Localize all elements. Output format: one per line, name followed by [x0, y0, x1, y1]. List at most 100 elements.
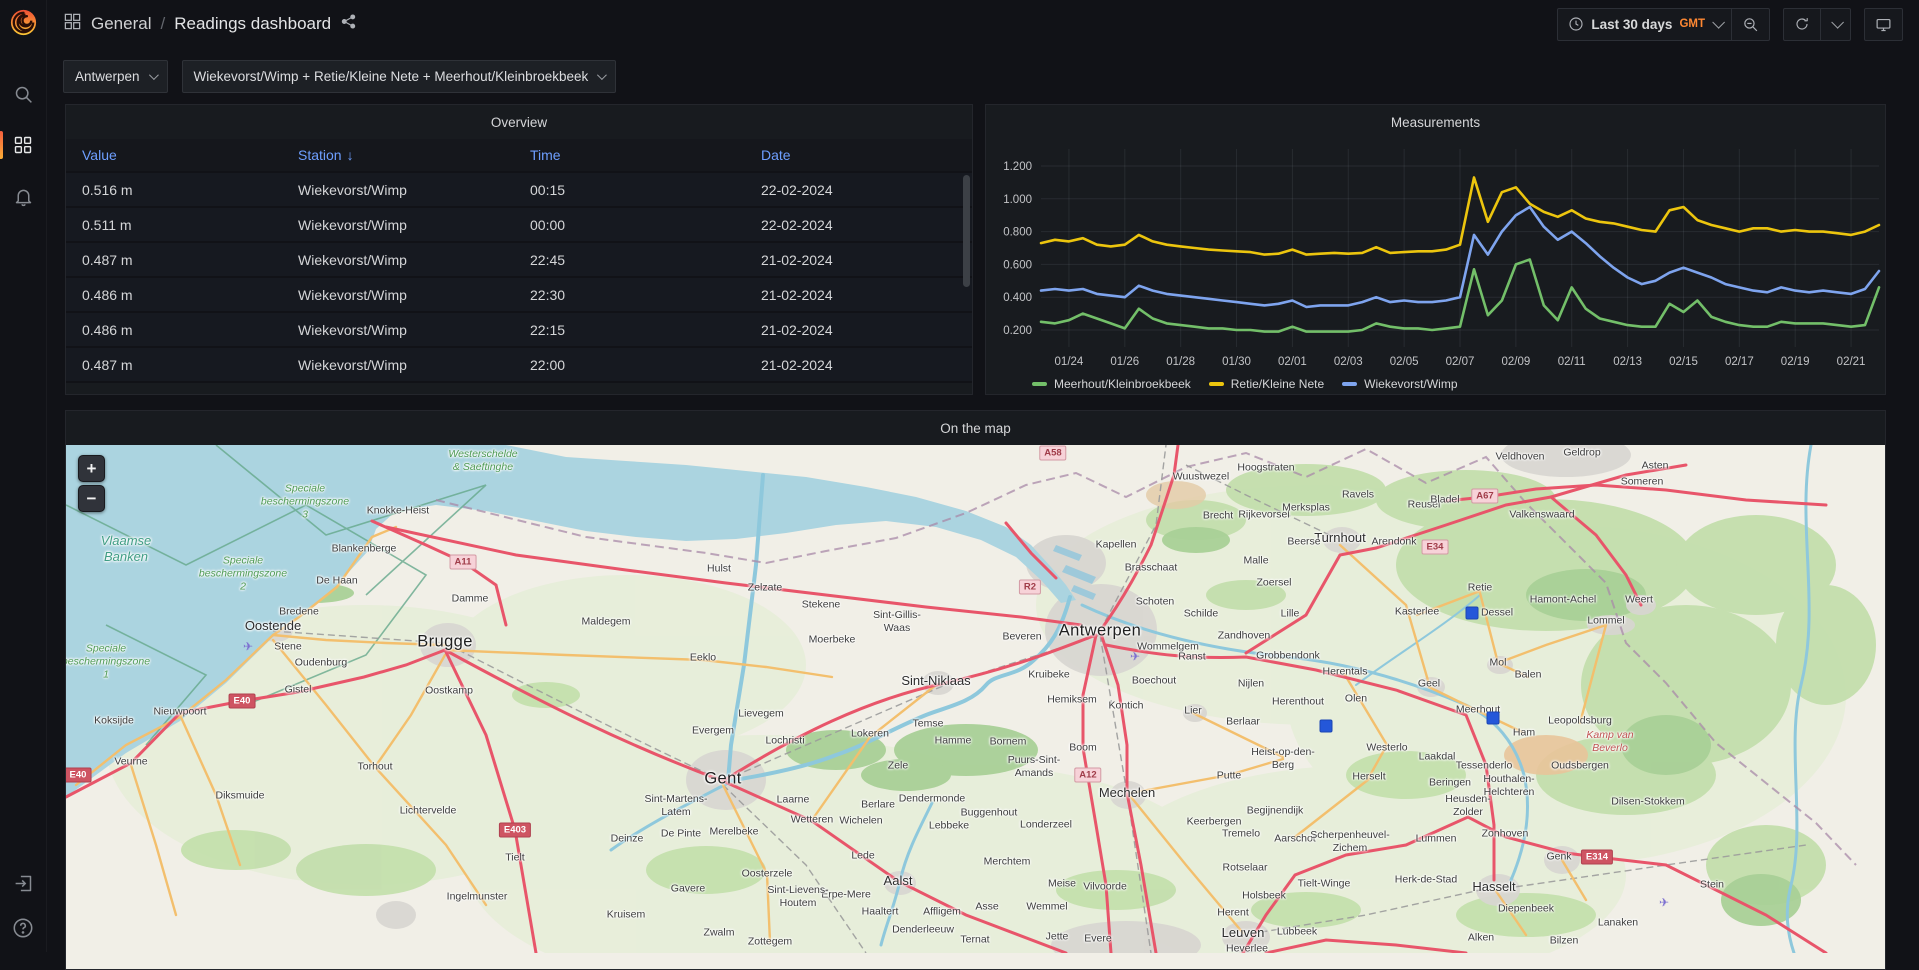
- svg-text:02/05: 02/05: [1390, 356, 1419, 368]
- map-label: Zottegem: [747, 935, 793, 948]
- map-label: Bredene: [279, 605, 319, 618]
- road-badge: R2: [1018, 579, 1042, 595]
- station-marker[interactable]: [1465, 606, 1479, 620]
- map-label: Herenthout: [1272, 695, 1324, 708]
- map-label: Begijnendijk: [1246, 804, 1304, 817]
- column-header[interactable]: Station ↓: [282, 139, 514, 171]
- map-label: Gistel: [284, 683, 312, 696]
- map-label: Geldrop: [1563, 446, 1601, 459]
- map-label: Ranst: [1178, 650, 1206, 663]
- legend-color-swatch: [1208, 382, 1224, 386]
- legend-item[interactable]: Retie/Kleine Nete: [1208, 377, 1324, 391]
- column-header[interactable]: Time: [514, 139, 745, 171]
- table-row: 0.486 m Wiekevorst/Wimp 22:30 21-02-2024: [66, 278, 972, 313]
- svg-text:1.000: 1.000: [1003, 194, 1032, 206]
- table-cell: 00:00: [530, 216, 566, 233]
- map-label: Herent: [1217, 906, 1249, 919]
- map-label: Bilzen: [1549, 934, 1579, 947]
- overview-panel: Overview Value Station ↓ Time Date 0.516 m Wi…: [65, 104, 973, 395]
- legend-item[interactable]: Meerhout/Kleinbroekbeek: [1032, 377, 1191, 391]
- map-label: Aarschot: [1274, 832, 1316, 845]
- table-cell: 21-02-2024: [761, 286, 833, 303]
- grafana-logo[interactable]: [8, 7, 39, 38]
- map-label: De Haan: [316, 574, 358, 587]
- map-label: Keerbergen: [1186, 815, 1242, 828]
- map-labels-layer: Vlaamse Banken Speciale beschermingszone …: [66, 445, 1885, 955]
- timeseries-chart[interactable]: 01/24 01/26 01/28 01/30 02/01 02/03 02/05 02/07…: [986, 139, 1885, 391]
- chevron-down-icon: [1712, 15, 1725, 29]
- map-label: Stene: [274, 640, 302, 653]
- table-cell: Wiekevorst/Wimp: [298, 181, 407, 198]
- station-marker[interactable]: [1319, 719, 1333, 733]
- page-title[interactable]: Readings dashboard: [174, 14, 331, 34]
- time-range-picker[interactable]: Last 30 days GMT: [1558, 9, 1731, 40]
- table-cell: 21-02-2024: [761, 356, 833, 373]
- map-label: Sint-Niklaas: [901, 672, 971, 688]
- tv-mode-button[interactable]: [1865, 9, 1902, 40]
- zoom-out-time-button[interactable]: [1731, 8, 1769, 40]
- table-row: 0.511 m Wiekevorst/Wimp 00:00 22-02-2024: [66, 208, 972, 243]
- variable-stations-dropdown[interactable]: Wiekevorst/Wimp + Retie/Kleine Nete + Me…: [181, 60, 617, 93]
- legend-item[interactable]: Wiekevorst/Wimp: [1342, 377, 1458, 391]
- search-icon[interactable]: [11, 82, 35, 106]
- map-label: Deinze: [610, 832, 644, 845]
- map-label: Heverlee: [1225, 942, 1269, 955]
- measurements-panel-title[interactable]: Measurements: [986, 105, 1885, 139]
- apps-grid-icon[interactable]: [63, 12, 82, 36]
- map-label: Nieuwpoort: [153, 705, 207, 718]
- map-label: Boom: [1069, 741, 1097, 754]
- map-label: Malle: [1243, 554, 1269, 567]
- map-label: Oostende: [244, 617, 302, 633]
- map-label: Blankenberge: [331, 542, 397, 555]
- map-label: Veldhoven: [1495, 450, 1545, 463]
- variable-region-dropdown[interactable]: Antwerpen: [63, 60, 168, 93]
- map-label: Mol: [1489, 656, 1507, 669]
- geomap[interactable]: Vlaamse Banken Speciale beschermingszone …: [66, 445, 1885, 969]
- chart-plot-area[interactable]: 01/24 01/26 01/28 01/30 02/01 02/03 02/05 02/07…: [986, 141, 1885, 369]
- map-label: Berlaar: [1226, 715, 1260, 728]
- table-cell: 22-02-2024: [761, 216, 833, 233]
- map-zoom-out-button[interactable]: −: [78, 485, 105, 512]
- map-label: Heusden- Zolder: [1445, 792, 1491, 818]
- map-label: Evere: [1084, 932, 1112, 945]
- refresh-interval-dropdown[interactable]: [1820, 8, 1850, 40]
- map-label: Dendermonde: [898, 792, 966, 805]
- map-label: Lille: [1280, 607, 1300, 620]
- breadcrumb-folder[interactable]: General: [91, 14, 151, 34]
- column-header[interactable]: Value: [66, 139, 282, 171]
- help-icon[interactable]: [11, 916, 35, 940]
- column-header[interactable]: Date: [745, 139, 972, 171]
- map-label: Lummen: [1415, 832, 1457, 845]
- overview-panel-title[interactable]: Overview: [66, 105, 972, 139]
- map-label: De Pinte: [660, 827, 702, 840]
- map-label: Lanaken: [1597, 916, 1639, 929]
- overview-table: Value Station ↓ Time Date 0.516 m Wiekevorst/…: [66, 139, 972, 395]
- road-badge: E34: [1421, 539, 1449, 555]
- map-label: Schoten: [1135, 595, 1175, 608]
- table-cell: 21-02-2024: [761, 321, 833, 338]
- map-label: Tielt: [505, 851, 525, 864]
- map-label: Speciale beschermingszone 3: [260, 482, 350, 521]
- svg-text:0.400: 0.400: [1003, 292, 1032, 304]
- dashboards-icon[interactable]: [0, 131, 35, 159]
- map-label: Lochristi: [765, 734, 805, 747]
- legend-color-swatch: [1032, 382, 1047, 386]
- map-label: Wetteren: [790, 813, 834, 826]
- share-icon[interactable]: [340, 13, 357, 35]
- alerting-bell-icon[interactable]: [11, 184, 35, 208]
- station-marker[interactable]: [1486, 711, 1500, 725]
- map-label: Knokke-Heist: [366, 504, 430, 517]
- map-label: Valkenswaard: [1509, 508, 1575, 521]
- map-label: Diksmuide: [215, 789, 265, 802]
- map-label: Torhout: [357, 760, 393, 773]
- table-cell: 22:00: [530, 356, 566, 373]
- map-label: Beerse: [1287, 535, 1321, 548]
- map-panel-title[interactable]: On the map: [66, 411, 1885, 445]
- svg-text:0.600: 0.600: [1003, 259, 1032, 271]
- table-cell: 22-02-2024: [761, 181, 833, 198]
- refresh-button[interactable]: [1784, 9, 1820, 40]
- table-scrollbar[interactable]: [963, 175, 970, 287]
- sign-in-icon[interactable]: [11, 871, 35, 895]
- map-label: Speciale beschermingszone 1: [66, 642, 151, 681]
- map-zoom-in-button[interactable]: +: [78, 455, 105, 482]
